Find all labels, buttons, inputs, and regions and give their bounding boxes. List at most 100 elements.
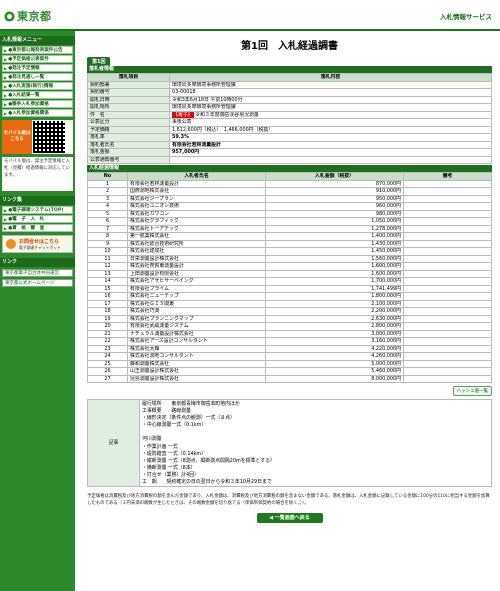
arrow-right-icon: ▶ — [4, 225, 8, 231]
bid-note — [403, 374, 492, 383]
table-row: 6 株式会社グラフィック 1,050,000円 — [87, 217, 492, 226]
table-row: 1 有限会社若林測量設計 870,000円 — [87, 179, 492, 188]
info-label: 公表区分 — [87, 118, 170, 127]
mobile-promo[interactable]: モバイル版はこちら — [2, 120, 73, 154]
bid-no: 20 — [87, 322, 128, 331]
info-row: 件 名【電子】 令和３年度御岳渓谷現況測量 — [87, 110, 492, 119]
bid-no: 19 — [87, 314, 128, 323]
sidebar-item-4[interactable]: ▶ ●発注見通し一覧 — [2, 73, 73, 81]
bid-note — [403, 299, 492, 308]
bid-amount: 1,400,000円 — [265, 232, 404, 241]
arrow-right-icon: ▶ — [4, 83, 8, 89]
bidder-name: 株式会社プランニングマップ — [127, 314, 266, 323]
sidebar-item-2[interactable]: ▶ ●予定価格公表案件 — [2, 55, 73, 63]
bid-no: 25 — [87, 359, 128, 368]
bidder-name: 株式会社ユニオン技術 — [127, 202, 266, 211]
info-label: 予定価格 — [87, 125, 170, 134]
info-row: 公表通知番号 — [87, 155, 492, 164]
table-row: 23 株式会社大輝 4,220,000円 — [87, 344, 492, 353]
info-label: 契約部署 — [87, 80, 170, 89]
site-subtitle: 入札情報サービス — [440, 13, 492, 21]
bid-no: 2 — [87, 187, 128, 196]
mobile-badge[interactable]: モバイル版はこちら — [2, 120, 32, 154]
bidder-name: 株式会社大輝 — [127, 344, 266, 353]
bid-no: 18 — [87, 307, 128, 316]
remarks-table: 記事 履行場所 東京都青梅市御岳本町地内ほか 工事概要 路線測量 ・線形決定（条… — [87, 398, 492, 488]
external-link-2[interactable]: 東京都公式ホームページ — [2, 279, 73, 287]
page-title: 第1回 入札経過調書 — [241, 41, 338, 52]
sidebar-item-6[interactable]: ▶ ●入札結果一覧 — [2, 91, 73, 99]
electronic-badge: 【電子】 — [172, 111, 194, 118]
info-label: 落札率 — [87, 133, 170, 142]
table-row: 10 株式会社建成社 1,450,000円 — [87, 247, 492, 256]
sidebar-link-1[interactable]: ▶ ●電子調達システム(TOP) — [2, 206, 73, 214]
chatbot-button[interactable]: お問合せはこちら 電子調達チャットボット — [2, 235, 73, 253]
arrow-right-icon: ▶ — [4, 207, 8, 213]
bid-amount: 1,800,000円 — [265, 292, 404, 301]
sidebar-item-1[interactable]: ▶ ●東京都公報発表案件公告 — [2, 46, 73, 54]
bid-amount: 2,200,000円 — [265, 307, 404, 316]
bid-amount: 870,000円 — [265, 179, 404, 188]
external-link-1[interactable]: 東京都電子自治体共同運営 — [2, 269, 73, 277]
sidebar-link-3[interactable]: ▶ ●資 格 審 査 — [2, 224, 73, 232]
bid-amount: 1,430,000円 — [265, 239, 404, 248]
arrow-right-icon: ▶ — [4, 74, 8, 80]
chatbot-label: お問合せはこちら — [19, 238, 60, 245]
table-row: 16 株式会社ニューテップ 1,800,000円 — [87, 292, 492, 301]
info-row: 契約番号 03-00018 — [87, 88, 492, 97]
sidebar-item-label: ●発注予定情報 — [8, 66, 40, 71]
bidder-name: 株式会社奈賀東測量設計 — [127, 262, 266, 271]
remarks-text: 履行場所 東京都青梅市御岳本町地内ほか 工事概要 路線測量 ・線形決定（条件点の… — [139, 398, 492, 488]
sidebar-link-2[interactable]: ▶ ●電 子 入 札 — [2, 215, 73, 223]
info-value: 令和３年度御岳渓谷現況測量 — [195, 111, 259, 118]
sidebar-item-7[interactable]: ▶ ●競争入札参加資格 — [2, 100, 73, 108]
sidebar-item-label: ●発注見通し一覧 — [8, 75, 45, 80]
winner-section-title: 落札者情報 — [87, 66, 492, 73]
sidebar-section-title: 入札情報メニュー — [0, 36, 75, 45]
bid-amount: 1,600,000円 — [265, 262, 404, 271]
site-logo[interactable]: 東京都 — [4, 8, 52, 24]
sidebar-link-label: ●資 格 審 査 — [8, 226, 45, 231]
table-row: 7 株式会社トーアテック 1,278,000円 — [87, 224, 492, 233]
bid-note — [403, 337, 492, 346]
back-to-list-button[interactable]: ◀ 一覧画面へ戻る — [256, 513, 323, 524]
bid-no: 15 — [87, 284, 128, 293]
bid-amount: 8,000,000円 — [265, 374, 404, 383]
footnote: 予定価格は消費税及び地方消費税の額を含んだ金額であり、入札金額は、消費税及び地方… — [87, 494, 490, 507]
info-value-cell: 【電子】 令和３年度御岳渓谷現況測量 — [169, 110, 492, 119]
bidder-name: 株式会社ニューテップ — [127, 292, 266, 301]
mobile-note: モバイル版は、発注予定情報と入札（見積）経過情報に対応しています。 — [2, 157, 73, 191]
tab-round-1[interactable]: 第1回 — [87, 57, 111, 66]
info-value-cell: 事後公表 — [169, 118, 492, 127]
sidebar-link-label: ●電子調達システム(TOP) — [8, 208, 64, 213]
bidder-name: 株式会社測地コンサルタント — [127, 352, 266, 361]
bid-note — [403, 187, 492, 196]
sidebar-links-title: リンク集 — [0, 196, 75, 205]
sidebar-item-8[interactable]: ▶ ●入札参加資格関係 — [2, 109, 73, 117]
bid-amount: 980,000円 — [265, 209, 404, 218]
tokyo-logo-icon — [4, 10, 15, 22]
info-value: 令和3年6月18日 午前10時00分 — [172, 96, 243, 103]
bid-table: No 入札者氏名 入札金額（税抜） 備考 1 有限会社若林測量設計 870,000円… — [87, 172, 492, 383]
hash-list-button[interactable]: ハッシュ値一覧 — [452, 386, 492, 396]
sidebar-external-links: 東京都電子自治体共同運営 東京都公式ホームページ — [0, 269, 75, 287]
bid-note — [403, 269, 492, 278]
bid-no: 5 — [87, 209, 128, 218]
bid-no: 24 — [87, 352, 128, 361]
sidebar-external-title: リンク — [0, 258, 75, 267]
col-header-content: 落札内容 — [169, 73, 492, 82]
bid-amount: 910,000円 — [265, 187, 404, 196]
info-value-cell: 環境局多摩環境事務所管理課 — [169, 103, 492, 112]
sidebar-item-5[interactable]: ▶ ●入札実施(執行)情報 — [2, 82, 73, 90]
sidebar-item-3[interactable]: ▶ ●発注予定情報 — [2, 64, 73, 72]
table-row: 14 株式会社アサヒサーベイング 1,700,000円 — [87, 277, 492, 286]
bid-amount: 1,600,000円 — [265, 269, 404, 278]
table-row: 18 株式会社巧測 2,200,000円 — [87, 307, 492, 316]
bid-note — [403, 239, 492, 248]
table-row: 25 藤和測量株式会社 5,000,000円 — [87, 359, 492, 368]
table-row: 15 有限会社プライム 1,741,499円 — [87, 284, 492, 293]
bid-amount: 5,000,000円 — [265, 359, 404, 368]
bid-no: 13 — [87, 269, 128, 278]
bid-amount: 4,220,000円 — [265, 344, 404, 353]
arrow-right-icon: ▶ — [4, 110, 8, 116]
